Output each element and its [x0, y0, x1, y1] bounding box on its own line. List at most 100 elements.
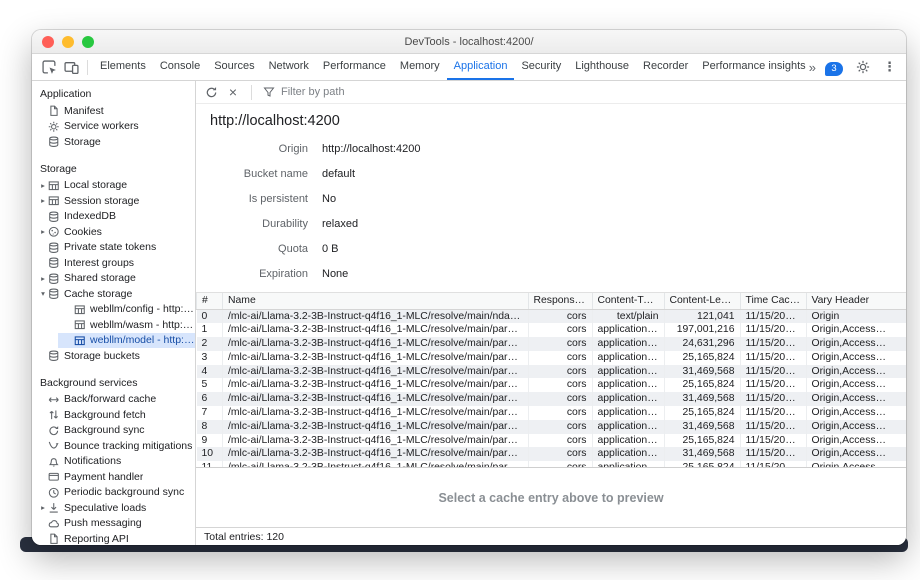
sidebar-item[interactable]: ▸ Speculative loads — [32, 500, 195, 516]
panel-tab[interactable]: Console — [153, 54, 207, 80]
cell-time-cached: 11/15/2024, 10… — [740, 365, 806, 379]
panel-tab[interactable]: Lighthouse — [568, 54, 636, 80]
cell-content-type: application/oc… — [592, 378, 664, 392]
sidebar-item[interactable]: Service workers — [32, 119, 195, 135]
sidebar-item-label: Background sync — [64, 424, 145, 436]
cell-name: /mlc-ai/Llama-3.2-3B-Instruct-q4f16_1-ML… — [223, 447, 529, 461]
panel-tab[interactable]: Performance insights — [695, 54, 808, 80]
issues-counter[interactable]: 3 — [825, 58, 843, 76]
cache-entry-row[interactable]: 3 /mlc-ai/Llama-3.2-3B-Instruct-q4f16_1-… — [197, 351, 907, 365]
sidebar-item[interactable]: ▸ Shared storage — [32, 271, 195, 287]
more-options-icon[interactable]: ⋮ — [883, 59, 896, 75]
sidebar-item[interactable]: webllm/model - http://loc… — [58, 333, 195, 349]
sidebar-item-label: Bounce tracking mitigations — [64, 440, 192, 452]
cache-entry-row[interactable]: 6 /mlc-ai/Llama-3.2-3B-Instruct-q4f16_1-… — [197, 392, 907, 406]
cell-content-length: 31,469,568 — [664, 447, 740, 461]
panel-tab[interactable]: Security — [514, 54, 568, 80]
column-header[interactable]: Content-Type — [592, 293, 664, 309]
panel-tab[interactable]: Sources — [207, 54, 261, 80]
meta-label: Origin — [196, 143, 308, 155]
meta-value: default — [322, 168, 355, 180]
panel-tab[interactable]: Recorder — [636, 54, 695, 80]
sidebar-item[interactable]: Interest groups — [32, 255, 195, 271]
total-entries: Total entries: 120 — [204, 531, 284, 543]
cell-time-cached: 11/15/2024, 10… — [740, 461, 806, 468]
sidebar-item[interactable]: Storage buckets — [32, 348, 195, 364]
sidebar-item[interactable]: Push messaging — [32, 516, 195, 532]
sidebar-item[interactable]: webllm/config - http://loc… — [58, 302, 195, 318]
sidebar-item[interactable]: ▾ Cache storage — [32, 286, 195, 302]
cell-name: /mlc-ai/Llama-3.2-3B-Instruct-q4f16_1-ML… — [223, 434, 529, 448]
expand-arrow-icon: ▾ — [38, 289, 48, 298]
delete-selected-icon[interactable]: × — [224, 83, 242, 101]
sidebar-item[interactable]: Periodic background sync — [32, 485, 195, 501]
cell-name: /mlc-ai/Llama-3.2-3B-Instruct-q4f16_1-ML… — [223, 378, 529, 392]
sidebar-item[interactable]: Manifest — [32, 103, 195, 119]
table-icon — [74, 334, 90, 347]
minimize-button[interactable] — [62, 36, 74, 48]
cell-time-cached: 11/15/2024, 10… — [740, 378, 806, 392]
cell-content-length: 24,631,296 — [664, 337, 740, 351]
close-button[interactable] — [42, 36, 54, 48]
cell-content-length: 25,165,824 — [664, 406, 740, 420]
column-header[interactable]: Content-Length — [664, 293, 740, 309]
cell-content-length: 31,469,568 — [664, 392, 740, 406]
panel-tab[interactable]: Application — [447, 54, 515, 80]
cache-entry-row[interactable]: 8 /mlc-ai/Llama-3.2-3B-Instruct-q4f16_1-… — [197, 420, 907, 434]
cookie-icon — [48, 225, 64, 238]
table-header-row: #NameResponse-TypeContent-TypeContent-Le… — [197, 293, 907, 309]
cache-entry-row[interactable]: 1 /mlc-ai/Llama-3.2-3B-Instruct-q4f16_1-… — [197, 323, 907, 337]
sidebar-item[interactable]: Storage — [32, 134, 195, 150]
column-header[interactable]: Vary Header — [806, 293, 906, 309]
inspect-element-icon[interactable] — [38, 56, 60, 78]
expand-arrow-icon: ▸ — [38, 181, 48, 190]
panel-tab[interactable]: Memory — [393, 54, 447, 80]
expand-arrow-icon: ▸ — [38, 274, 48, 283]
more-tabs-icon[interactable]: » — [809, 60, 816, 75]
refresh-icon[interactable] — [202, 83, 220, 101]
column-header[interactable]: Name — [223, 293, 529, 309]
cell-number: 3 — [197, 351, 223, 365]
cache-entry-row[interactable]: 7 /mlc-ai/Llama-3.2-3B-Instruct-q4f16_1-… — [197, 406, 907, 420]
sidebar-item[interactable]: Notifications — [32, 454, 195, 470]
settings-gear-icon[interactable] — [852, 56, 874, 78]
cell-content-type: application/oc… — [592, 434, 664, 448]
window-titlebar[interactable]: DevTools - localhost:4200/ — [32, 30, 906, 54]
sidebar-item[interactable]: Private state tokens — [32, 240, 195, 256]
device-toolbar-icon[interactable] — [60, 56, 82, 78]
sidebar-item[interactable]: ▸ Local storage — [32, 178, 195, 194]
sidebar-item-label: Payment handler — [64, 471, 143, 483]
column-header[interactable]: # — [197, 293, 223, 309]
zoom-button[interactable] — [82, 36, 94, 48]
panel-tab[interactable]: Performance — [316, 54, 393, 80]
sidebar-item[interactable]: ▸ Session storage — [32, 193, 195, 209]
sidebar-item[interactable]: Background sync — [32, 423, 195, 439]
sidebar-item[interactable]: ▸ Cookies — [32, 224, 195, 240]
cache-entry-row[interactable]: 2 /mlc-ai/Llama-3.2-3B-Instruct-q4f16_1-… — [197, 337, 907, 351]
table-icon — [74, 303, 90, 316]
sidebar-item[interactable]: Reporting API — [32, 531, 195, 545]
sidebar-item[interactable]: Bounce tracking mitigations — [32, 438, 195, 454]
cache-entry-row[interactable]: 5 /mlc-ai/Llama-3.2-3B-Instruct-q4f16_1-… — [197, 378, 907, 392]
panel-tab[interactable]: Elements — [93, 54, 153, 80]
cache-entry-row[interactable]: 11 /mlc-ai/Llama-3.2-3B-Instruct-q4f16_1… — [197, 461, 907, 468]
document-icon — [48, 104, 64, 117]
background-services-tree: Back/forward cache Background fetch Back… — [32, 392, 195, 546]
cache-entry-row[interactable]: 0 /mlc-ai/Llama-3.2-3B-Instruct-q4f16_1-… — [197, 309, 907, 323]
cache-entry-row[interactable]: 9 /mlc-ai/Llama-3.2-3B-Instruct-q4f16_1-… — [197, 434, 907, 448]
column-header[interactable]: Time Cached — [740, 293, 806, 309]
sidebar-item-label: Notifications — [64, 455, 121, 467]
meta-label: Durability — [196, 218, 308, 230]
sidebar-item[interactable]: webllm/wasm - http://loca… — [58, 317, 195, 333]
column-header[interactable]: Response-Type — [528, 293, 592, 309]
sidebar-item[interactable]: Background fetch — [32, 407, 195, 423]
cell-vary-header: Origin,Access… — [806, 351, 906, 365]
cache-origin-title: http://localhost:4200 — [196, 104, 906, 134]
sidebar-item[interactable]: Back/forward cache — [32, 392, 195, 408]
filter-by-path-input[interactable] — [279, 85, 499, 99]
panel-tab[interactable]: Network — [262, 54, 316, 80]
cache-entry-row[interactable]: 4 /mlc-ai/Llama-3.2-3B-Instruct-q4f16_1-… — [197, 365, 907, 379]
sidebar-item[interactable]: Payment handler — [32, 469, 195, 485]
cache-entry-row[interactable]: 10 /mlc-ai/Llama-3.2-3B-Instruct-q4f16_1… — [197, 447, 907, 461]
sidebar-item[interactable]: IndexedDB — [32, 209, 195, 225]
